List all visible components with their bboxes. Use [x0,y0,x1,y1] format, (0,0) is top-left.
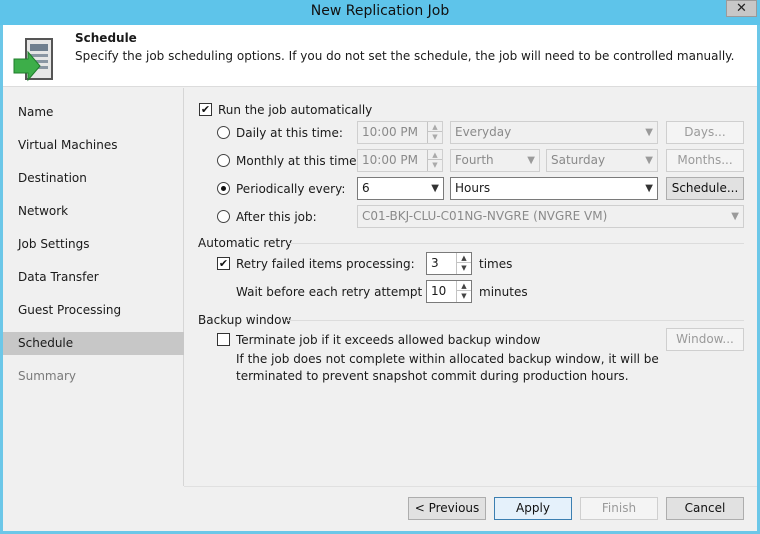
periodic-unit-dropdown[interactable]: Hours ▼ [450,177,658,200]
window-title: New Replication Job [310,3,450,19]
radio-selected-dot [221,186,226,191]
automatic-retry-group-title: Automatic retry [198,236,293,250]
monthly-time-input[interactable]: 10:00 PM ▲ ▼ [357,149,443,172]
monthly-time-value: 10:00 PM [362,153,418,167]
chevron-down-icon: ▼ [645,155,653,166]
group-divider [287,320,744,321]
periodic-unit-value: Hours [455,181,491,195]
step-destination[interactable]: Destination [3,167,184,190]
daily-radio[interactable] [217,126,230,139]
close-icon: ✕ [736,1,747,16]
retry-failed-label: Retry failed items processing: [236,257,415,271]
run-automatically-label: Run the job automatically [218,103,373,117]
backup-window-note-line1: If the job does not complete within allo… [236,352,659,366]
spin-down-icon[interactable]: ▼ [457,263,471,273]
retry-count-value: 3 [431,256,439,270]
footer-divider [184,486,757,487]
chevron-down-icon: ▼ [645,127,653,138]
group-divider [288,243,744,244]
daily-time-input[interactable]: 10:00 PM ▲ ▼ [357,121,443,144]
spin-up-icon[interactable]: ▲ [428,150,442,160]
periodic-interval-dropdown[interactable]: 6 ▼ [357,177,444,200]
retry-wait-input[interactable]: 10 ▲ ▼ [426,280,472,303]
retry-minutes-unit: minutes [479,285,528,299]
checkmark-icon: ✔ [200,103,211,116]
close-button[interactable]: ✕ [726,0,757,17]
monthly-week-value: Fourth [455,153,494,167]
step-schedule[interactable]: Schedule [3,332,184,355]
after-job-value: C01-BKJ-CLU-C01NG-NVGRE (NVGRE VM) [362,209,608,223]
step-name[interactable]: Name [3,101,184,124]
finish-button[interactable]: Finish [580,497,658,520]
monthly-radio[interactable] [217,154,230,167]
monthly-label: Monthly at this time: [236,154,361,168]
chevron-down-icon: ▼ [645,183,653,194]
retry-count-input[interactable]: 3 ▲ ▼ [426,252,472,275]
chevron-down-icon: ▼ [527,155,535,166]
after-job-label: After this job: [236,210,317,224]
chevron-down-icon: ▼ [431,183,439,194]
retry-wait-spinner[interactable]: ▲ ▼ [456,281,471,302]
terminate-job-checkbox[interactable] [217,333,230,346]
periodic-interval-value: 6 [362,181,370,195]
run-automatically-checkbox[interactable]: ✔ [199,103,212,116]
monthly-time-spinner[interactable]: ▲ ▼ [427,150,442,171]
step-data-transfer[interactable]: Data Transfer [3,266,184,289]
step-guest-processing[interactable]: Guest Processing [3,299,184,322]
step-network[interactable]: Network [3,200,184,223]
page-description: Specify the job scheduling options. If y… [75,49,735,63]
spin-down-icon[interactable]: ▼ [428,160,442,170]
periodic-radio[interactable] [217,182,230,195]
retry-times-unit: times [479,257,513,271]
schedule-wizard-icon [13,38,53,82]
months-button[interactable]: Months... [666,149,744,172]
retry-count-spinner[interactable]: ▲ ▼ [456,253,471,274]
daily-label: Daily at this time: [236,126,343,140]
previous-button[interactable]: < Previous [408,497,486,520]
schedule-button[interactable]: Schedule... [666,177,744,200]
spin-up-icon[interactable]: ▲ [457,253,471,263]
daily-time-spinner[interactable]: ▲ ▼ [427,122,442,143]
cancel-button[interactable]: Cancel [666,497,744,520]
spin-up-icon[interactable]: ▲ [457,281,471,291]
spin-down-icon[interactable]: ▼ [428,132,442,142]
monthly-week-dropdown[interactable]: Fourth ▼ [450,149,540,172]
daily-days-dropdown[interactable]: Everyday ▼ [450,121,658,144]
retry-wait-label: Wait before each retry attempt for: [236,285,447,299]
page-title: Schedule [75,31,137,45]
chevron-down-icon: ▼ [731,211,739,222]
monthly-weekday-dropdown[interactable]: Saturday ▼ [546,149,658,172]
step-summary: Summary [18,369,76,383]
step-virtual-machines[interactable]: Virtual Machines [3,134,184,157]
after-job-dropdown[interactable]: C01-BKJ-CLU-C01NG-NVGRE (NVGRE VM) ▼ [357,205,744,228]
after-job-radio[interactable] [217,210,230,223]
spin-down-icon[interactable]: ▼ [457,291,471,301]
monthly-weekday-value: Saturday [551,153,606,167]
apply-button[interactable]: Apply [494,497,572,520]
periodic-label: Periodically every: [236,182,346,196]
spin-up-icon[interactable]: ▲ [428,122,442,132]
retry-failed-checkbox[interactable]: ✔ [217,257,230,270]
checkmark-icon: ✔ [218,257,229,270]
daily-time-value: 10:00 PM [362,125,418,139]
backup-window-group-title: Backup window [198,313,292,327]
daily-days-value: Everyday [455,125,512,139]
retry-wait-value: 10 [431,284,447,298]
terminate-job-label: Terminate job if it exceeds allowed back… [236,333,541,347]
window-button[interactable]: Window... [666,328,744,351]
days-button[interactable]: Days... [666,121,744,144]
step-job-settings[interactable]: Job Settings [3,233,184,256]
backup-window-note-line2: terminated to prevent snapshot commit du… [236,369,629,383]
